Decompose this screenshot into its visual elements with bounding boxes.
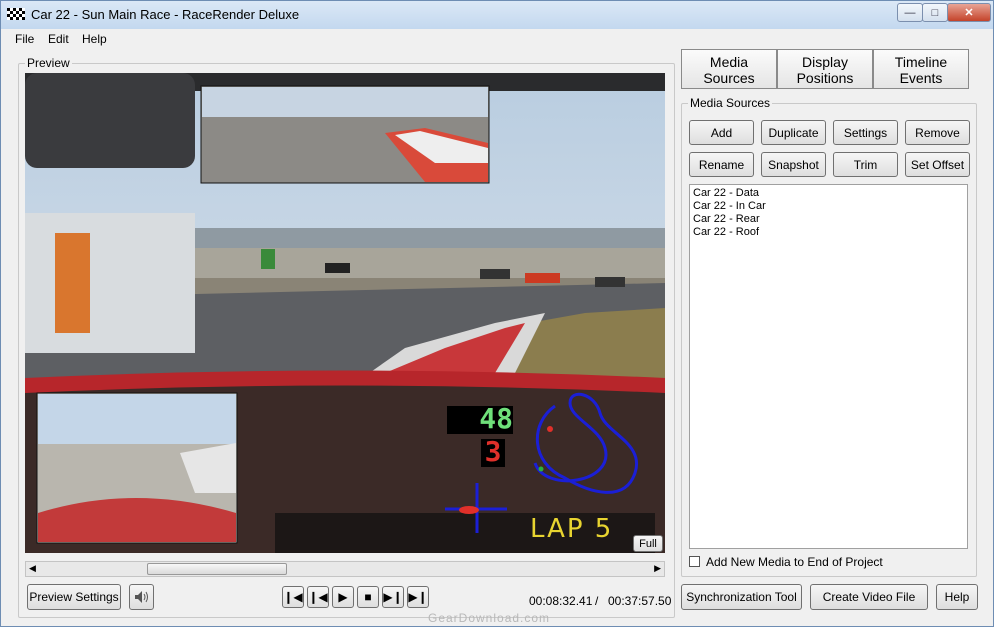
help-button[interactable]: Help xyxy=(936,584,978,610)
speaker-icon xyxy=(134,591,148,603)
settings-button[interactable]: Settings xyxy=(833,120,898,145)
set-offset-button[interactable]: Set Offset xyxy=(905,152,970,177)
step-forward-icon: ▶❙ xyxy=(383,590,403,604)
current-time: 00:08:32.41 xyxy=(529,594,593,608)
checkered-flag-icon xyxy=(7,8,25,20)
lap-readout: LAP 5 xyxy=(530,514,614,544)
create-video-file-button[interactable]: Create Video File xyxy=(810,584,928,610)
minimize-icon: — xyxy=(904,6,916,19)
tab-timeline-events-line2: Events xyxy=(899,70,943,86)
snapshot-button[interactable]: Snapshot xyxy=(761,152,826,177)
tab-media-sources-line2: Sources xyxy=(703,70,755,86)
app-window: Car 22 - Sun Main Race - RaceRender Delu… xyxy=(0,0,994,627)
step-forward-button[interactable]: ▶❙ xyxy=(382,586,404,608)
full-screen-button[interactable]: Full xyxy=(633,535,663,552)
duplicate-button[interactable]: Duplicate xyxy=(761,120,826,145)
preview-label: Preview xyxy=(25,56,72,70)
maximize-button[interactable]: □ xyxy=(922,3,948,22)
time-separator: / xyxy=(595,594,599,608)
minimize-button[interactable]: — xyxy=(897,3,923,22)
stop-button[interactable]: ■ xyxy=(357,586,379,608)
previous-segment-button[interactable]: ❙◀ xyxy=(282,586,304,608)
play-icon: ▶ xyxy=(338,590,348,604)
list-item[interactable]: Car 22 - In Car xyxy=(693,200,964,213)
menu-bar: File Edit Help xyxy=(1,29,993,49)
menu-edit[interactable]: Edit xyxy=(48,32,69,46)
tab-timeline-events[interactable]: Timeline Events xyxy=(873,49,969,89)
video-frame xyxy=(25,73,665,553)
step-back-button[interactable]: ❙◀ xyxy=(307,586,329,608)
tab-media-sources[interactable]: Media Sources xyxy=(681,49,777,89)
close-button[interactable]: ✕ xyxy=(947,3,991,22)
stop-icon: ■ xyxy=(364,590,372,604)
menu-file[interactable]: File xyxy=(15,32,34,46)
step-back-icon: ❙◀ xyxy=(308,590,328,604)
gear-readout: 3 xyxy=(484,435,502,468)
video-preview[interactable]: 48 3 LAP 5 Full xyxy=(25,73,665,553)
transport-controls: ❙◀ ❙◀ ▶ ■ ▶❙ ▶❙ xyxy=(282,586,432,608)
tab-media-sources-line1: Media xyxy=(709,54,749,70)
list-item[interactable]: Car 22 - Rear xyxy=(693,213,964,226)
play-button[interactable]: ▶ xyxy=(332,586,354,608)
remove-button[interactable]: Remove xyxy=(905,120,970,145)
tab-timeline-events-line1: Timeline xyxy=(894,54,948,70)
maximize-icon: □ xyxy=(931,6,939,19)
scrollbar-thumb[interactable] xyxy=(147,563,287,575)
media-sources-label: Media Sources xyxy=(688,96,773,110)
volume-button[interactable] xyxy=(129,584,154,610)
add-to-end-label: Add New Media to End of Project xyxy=(706,555,883,569)
scroll-left-icon[interactable]: ◀ xyxy=(29,563,36,574)
speed-readout: 48 xyxy=(479,402,513,435)
title-bar: Car 22 - Sun Main Race - RaceRender Delu… xyxy=(1,1,993,29)
tab-display-positions[interactable]: Display Positions xyxy=(777,49,873,89)
synchronization-tool-button[interactable]: Synchronization Tool xyxy=(681,584,802,610)
list-item[interactable]: Car 22 - Data xyxy=(693,187,964,200)
rename-button[interactable]: Rename xyxy=(689,152,754,177)
menu-help[interactable]: Help xyxy=(82,32,107,46)
timeline-scrollbar[interactable]: ◀ ▶ xyxy=(25,561,665,577)
total-time: 00:37:57.50 xyxy=(608,594,672,608)
preview-settings-button[interactable]: Preview Settings xyxy=(27,584,121,610)
trim-button[interactable]: Trim xyxy=(833,152,898,177)
next-segment-button[interactable]: ▶❙ xyxy=(407,586,429,608)
tab-display-positions-line2: Positions xyxy=(796,70,854,86)
previous-segment-icon: ❙◀ xyxy=(283,590,303,604)
scroll-right-icon[interactable]: ▶ xyxy=(654,563,661,574)
list-item[interactable]: Car 22 - Roof xyxy=(693,226,964,239)
close-icon: ✕ xyxy=(964,7,974,19)
add-button[interactable]: Add xyxy=(689,120,754,145)
add-to-end-checkbox[interactable] xyxy=(689,556,700,567)
tab-display-positions-line1: Display xyxy=(802,54,848,70)
watermark-text: GearDownload.com xyxy=(428,611,551,625)
window-title: Car 22 - Sun Main Race - RaceRender Delu… xyxy=(31,7,300,22)
next-segment-icon: ▶❙ xyxy=(408,590,428,604)
media-sources-list[interactable]: Car 22 - Data Car 22 - In Car Car 22 - R… xyxy=(689,184,968,549)
